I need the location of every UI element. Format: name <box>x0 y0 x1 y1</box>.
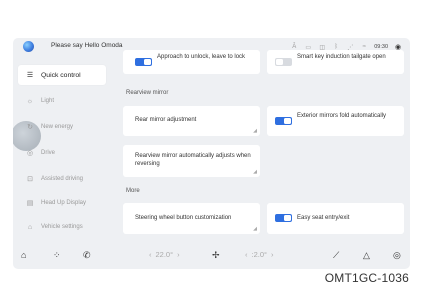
navigation-icon[interactable]: △ <box>363 249 370 261</box>
expand-corner-icon: ◢ <box>253 128 257 134</box>
card-smart-key-tailgate[interactable]: Smart key induction tailgate open <box>267 50 404 74</box>
card-rear-mirror-adjustment[interactable]: Rear mirror adjustment ◢ <box>123 106 260 136</box>
easy-seat-entry-toggle[interactable] <box>275 214 292 222</box>
sidebar-item-label: Vehicle settings <box>41 224 83 230</box>
apps-grid-icon[interactable]: ⁘ <box>53 249 61 261</box>
temp-increase-left-button[interactable]: › <box>177 250 180 259</box>
card-approach-unlock[interactable]: Approach to unlock, leave to lock <box>123 50 260 74</box>
voice-greeting: Please say Hello Omoda <box>51 42 123 49</box>
passenger-temp-value: :2.0° <box>251 250 268 259</box>
driver-temp-value: 22.0° <box>155 250 174 259</box>
approach-unlock-toggle[interactable] <box>135 58 152 66</box>
sidebar-item-label: New energy <box>41 124 74 130</box>
battery-icon: ↻ <box>27 124 33 131</box>
car-icon: ⊡ <box>27 176 33 183</box>
card-label: Rearview mirror automatically adjusts wh… <box>135 153 251 167</box>
sidebar-item-new-energy[interactable]: ↻ New energy <box>18 117 106 137</box>
display-icon: ▤ <box>26 200 34 207</box>
fan-icon[interactable]: ✢ <box>212 249 220 261</box>
gear-icon: ⌂ <box>27 223 33 231</box>
home-icon[interactable]: ⌂ <box>21 249 26 261</box>
car-screen: Please say Hello Omoda Ā ▭ ◫ ᛒ ⋰ ≈ 09:30… <box>13 38 410 269</box>
sidebar-item-head-up-display[interactable]: ▤ Head Up Display <box>18 193 106 213</box>
sidebar-item-quick-control[interactable]: ☰ Quick control <box>18 65 106 85</box>
expand-corner-icon: ◢ <box>253 169 257 175</box>
sidebar: ☰ Quick control ☼ Light ↻ New energy ◎ D… <box>13 56 113 236</box>
temp-decrease-right-button[interactable]: ‹ <box>245 250 248 259</box>
card-rearview-reverse-adjust[interactable]: Rearview mirror automatically adjusts wh… <box>123 145 260 177</box>
seat-icon[interactable]: ⟋ <box>333 249 339 261</box>
sliders-icon: ☰ <box>26 72 34 79</box>
settings-content: Approach to unlock, leave to lock Smart … <box>123 50 405 236</box>
card-exterior-mirrors-fold[interactable]: Exterior mirrors fold automatically <box>267 106 404 136</box>
figure-caption: OMT1GC-1036 <box>324 271 409 285</box>
temp-increase-right-button[interactable]: › <box>271 250 274 259</box>
settings-icon[interactable]: ◎ <box>393 249 401 261</box>
sidebar-item-label: Light <box>41 98 55 104</box>
expand-corner-icon: ◢ <box>253 226 257 232</box>
section-title-more: More <box>126 188 140 194</box>
card-label: Rear mirror adjustment <box>135 117 197 123</box>
section-title-rearview: Rearview mirror <box>126 90 169 96</box>
exterior-mirrors-fold-toggle[interactable] <box>275 117 292 125</box>
card-steering-button-customization[interactable]: Steering wheel button customization ◢ <box>123 203 260 234</box>
sidebar-item-vehicle-settings[interactable]: ⌂ Vehicle settings <box>18 217 106 237</box>
temp-decrease-left-button[interactable]: ‹ <box>149 250 152 259</box>
steering-icon: ◎ <box>26 150 34 157</box>
sidebar-item-label: Head Up Display <box>41 200 87 206</box>
sidebar-item-label: Quick control <box>41 71 81 79</box>
sidebar-item-label: Drive <box>41 150 56 156</box>
card-easy-seat-entry[interactable]: Easy seat entry/exit <box>267 203 404 234</box>
smart-key-tailgate-toggle[interactable] <box>275 58 292 66</box>
sidebar-item-label: Assisted driving <box>41 176 84 182</box>
voice-assistant-icon[interactable] <box>23 41 34 52</box>
driver-temperature: ‹ 22.0° › <box>149 250 180 259</box>
card-label: Easy seat entry/exit <box>297 215 350 221</box>
phone-icon[interactable]: ✆ <box>83 249 91 261</box>
card-label: Smart key induction tailgate open <box>297 54 386 60</box>
passenger-temperature: ‹ :2.0° › <box>245 250 274 259</box>
bottom-dock: ⌂ ⁘ ✆ ‹ 22.0° › ✢ ‹ :2.0° › ⟋ △ ◎ <box>13 244 410 269</box>
sidebar-item-light[interactable]: ☼ Light <box>18 91 106 111</box>
sidebar-item-assisted-driving[interactable]: ⊡ Assisted driving <box>18 169 106 189</box>
sidebar-item-drive[interactable]: ◎ Drive <box>18 143 106 163</box>
sun-icon: ☼ <box>26 97 34 105</box>
card-label: Exterior mirrors fold automatically <box>297 113 387 119</box>
card-label: Steering wheel button customization <box>135 215 232 221</box>
card-label: Approach to unlock, leave to lock <box>157 54 246 60</box>
